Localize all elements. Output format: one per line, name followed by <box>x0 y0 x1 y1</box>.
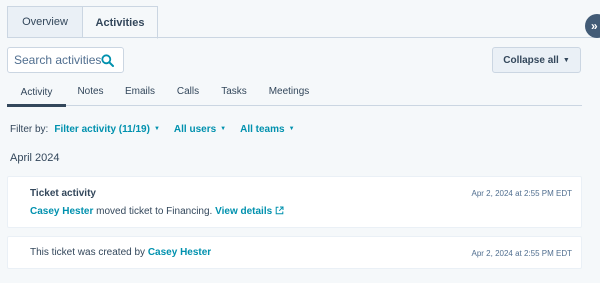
tab-overview-label: Overview <box>22 16 68 28</box>
search-input[interactable] <box>14 53 104 67</box>
all-users-label: All users <box>173 123 217 135</box>
tab-emails[interactable]: Emails <box>115 78 165 105</box>
tab-notes[interactable]: Notes <box>66 78 115 105</box>
tab-calls-label: Calls <box>176 86 200 97</box>
tab-meetings-label: Meetings <box>268 86 310 97</box>
activity-card-title: Ticket activity <box>30 188 96 199</box>
caret-down-icon: ▼ <box>153 126 160 132</box>
activity-card-body: Casey Hester moved ticket to Financing. … <box>30 206 284 217</box>
all-teams-label: All teams <box>240 123 285 135</box>
expand-sidebar-button[interactable]: » <box>585 14 600 38</box>
filter-by-label: Filter by: <box>10 123 49 135</box>
caret-down-icon: ▼ <box>562 56 570 64</box>
all-users-dropdown[interactable]: All users ▼ <box>174 124 226 135</box>
tab-activity-label: Activity <box>20 86 53 98</box>
filter-bar: Filter by: Filter activity (11/19) ▼ All… <box>10 122 309 136</box>
all-teams-dropdown[interactable]: All teams ▼ <box>240 124 294 135</box>
tab-emails-label: Emails <box>124 86 155 97</box>
collapse-all-button[interactable]: Collapse all ▼ <box>492 47 581 73</box>
tab-activities-label: Activities <box>95 16 145 29</box>
activity-timestamp: Apr 2, 2024 at 2:55 PM EDT <box>471 189 573 198</box>
user-link[interactable]: Casey Hester <box>148 247 211 258</box>
tab-overview[interactable]: Overview <box>7 6 83 38</box>
month-header: April 2024 <box>10 152 60 164</box>
view-details-label: View details <box>215 206 273 217</box>
activity-card[interactable]: Apr 2, 2024 at 2:55 PM EDT This ticket w… <box>7 236 582 269</box>
caret-down-icon: ▼ <box>220 126 227 132</box>
collapse-all-label: Collapse all <box>503 54 559 66</box>
activity-card-body: This ticket was created by Casey Hester <box>30 247 211 258</box>
activity-timestamp: Apr 2, 2024 at 2:55 PM EDT <box>471 249 573 258</box>
caret-down-icon: ▼ <box>288 126 295 132</box>
activity-card[interactable]: Ticket activity Apr 2, 2024 at 2:55 PM E… <box>7 176 582 228</box>
search-icon[interactable] <box>101 54 114 67</box>
activity-text: This ticket was created by <box>30 247 148 258</box>
search-box <box>7 47 124 73</box>
filter-activity-dropdown[interactable]: Filter activity (11/19) ▼ <box>54 124 160 135</box>
tab-meetings[interactable]: Meetings <box>257 78 321 105</box>
user-link[interactable]: Casey Hester <box>30 206 93 217</box>
double-chevron-right-icon: » <box>591 19 598 33</box>
tab-calls[interactable]: Calls <box>165 78 211 105</box>
tab-notes-label: Notes <box>77 86 104 97</box>
view-details-link[interactable]: View details <box>215 206 284 217</box>
tab-divider <box>7 37 600 38</box>
top-tabs: Overview Activities <box>7 6 158 39</box>
tab-activities[interactable]: Activities <box>83 6 158 39</box>
tab-tasks-label: Tasks <box>221 86 247 97</box>
tab-activity[interactable]: Activity <box>7 78 66 107</box>
filter-activity-label: Filter activity (11/19) <box>54 123 150 135</box>
activity-type-tabs: Activity Notes Emails Calls Tasks Meetin… <box>7 78 582 107</box>
tab-tasks[interactable]: Tasks <box>211 78 257 105</box>
activity-text: moved ticket to Financing. <box>93 206 216 217</box>
external-link-icon <box>275 206 284 215</box>
